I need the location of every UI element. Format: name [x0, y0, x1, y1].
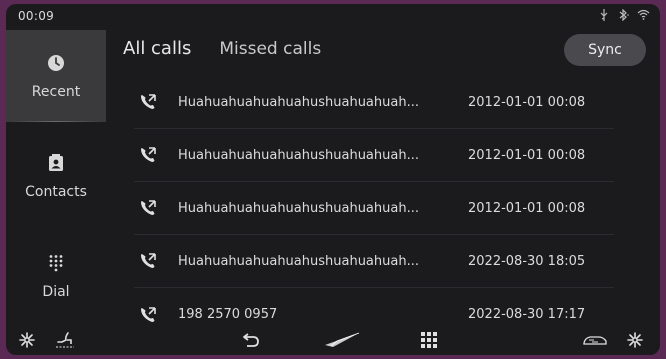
outgoing-call-icon	[141, 94, 156, 109]
call-row[interactable]: Huahuahuahuahuahushuahuahuah... 2012-01-…	[134, 129, 614, 182]
usb-icon	[599, 9, 609, 24]
call-timestamp: 2012-01-01 00:08	[468, 94, 586, 110]
call-list: Huahuahuahuahuahushuahuahuah... 2012-01-…	[134, 76, 614, 341]
wifi-icon	[637, 9, 650, 24]
car-air-icon[interactable]	[578, 329, 612, 351]
apps-grid-icon[interactable]	[416, 329, 442, 351]
call-row[interactable]: Huahuahuahuahuahushuahuahuah... 2012-01-…	[134, 76, 614, 129]
sidebar-item-dial[interactable]: Dial	[6, 230, 106, 322]
seat-heat-icon[interactable]	[50, 329, 80, 351]
caller-name: Huahuahuahuahuahushuahuahuah...	[178, 200, 419, 216]
outgoing-call-icon	[141, 306, 156, 322]
call-timestamp: 2012-01-01 00:08	[468, 147, 586, 163]
call-timestamp: 2012-01-01 00:08	[468, 200, 586, 216]
tab-all-calls[interactable]: All calls	[123, 38, 191, 59]
tab-missed-calls[interactable]: Missed calls	[219, 39, 321, 59]
outgoing-call-icon	[141, 147, 156, 162]
call-row[interactable]: Huahuahuahuahuahushuahuahuah... 2012-01-…	[134, 182, 614, 235]
status-clock: 00:09	[18, 9, 55, 23]
outgoing-call-icon	[141, 253, 156, 268]
status-icons	[599, 8, 650, 24]
call-filter-tabs: All calls Missed calls	[123, 38, 321, 59]
caller-name: Huahuahuahuahuahushuahuahuah...	[178, 94, 419, 110]
outgoing-call-icon	[141, 200, 156, 215]
sidebar-item-label: Contacts	[25, 184, 87, 200]
clock-icon	[45, 52, 67, 74]
sidebar-item-recent[interactable]: Recent	[6, 30, 106, 122]
sync-button[interactable]: Sync	[564, 34, 646, 66]
phone-app-window: 00:09 Recent Contacts Dial All calls Mis…	[6, 4, 660, 355]
fan-icon[interactable]	[14, 329, 40, 351]
contact-card-icon	[45, 152, 67, 174]
sidebar-item-label: Recent	[31, 84, 81, 100]
caller-name: 198 2570 0957	[178, 307, 278, 322]
bottom-bar	[6, 325, 660, 355]
brand-logo-icon[interactable]	[318, 329, 364, 351]
fan-icon[interactable]	[622, 329, 648, 351]
caller-name: Huahuahuahuahuahushuahuahuah...	[178, 147, 419, 163]
status-bar: 00:09	[6, 4, 660, 30]
sidebar-item-label: Dial	[42, 284, 70, 300]
call-timestamp: 2022-08-30 18:05	[468, 253, 586, 269]
call-row[interactable]: Huahuahuahuahuahushuahuahuah... 2022-08-…	[134, 235, 614, 288]
call-timestamp: 2022-08-30 17:17	[468, 307, 586, 322]
back-icon[interactable]	[236, 329, 266, 351]
sidebar-item-contacts[interactable]: Contacts	[6, 130, 106, 222]
dialpad-icon	[45, 252, 67, 274]
bluetooth-icon	[617, 8, 629, 24]
caller-name: Huahuahuahuahuahushuahuahuah...	[178, 253, 419, 269]
sidebar: Recent Contacts Dial	[6, 30, 106, 326]
